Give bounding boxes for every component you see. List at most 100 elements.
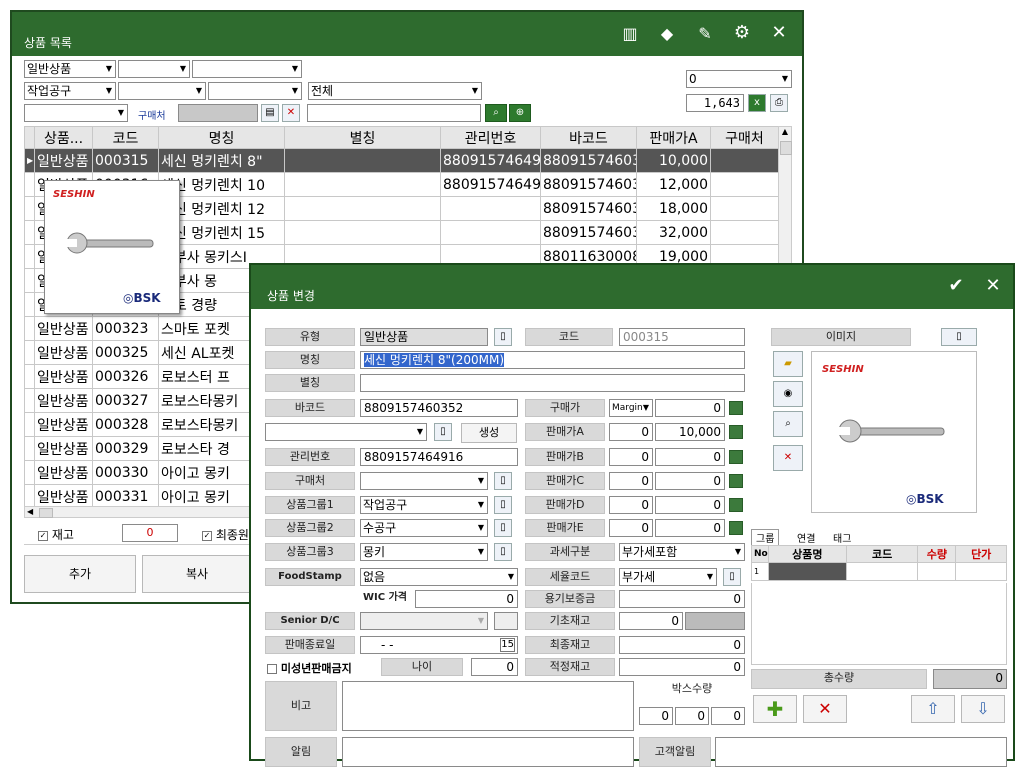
search-icon[interactable]: ⌕ [485, 104, 507, 122]
table-row[interactable]: 1 [751, 562, 1007, 581]
clear-icon[interactable]: ✕ [282, 104, 300, 122]
table-row[interactable]: ▶일반상품000315세신 멍키렌치 8" 8809157464916880915… [24, 148, 779, 173]
column-header[interactable]: 별칭 [284, 126, 441, 149]
deposit-input[interactable]: 0 [619, 590, 745, 608]
book-icon[interactable]: ▥ [619, 24, 641, 43]
purchaser-input[interactable] [178, 104, 258, 122]
scroll-up-icon[interactable]: ▲ [779, 127, 791, 136]
folder-open-icon[interactable]: ▰ [773, 351, 803, 377]
table-cell[interactable]: 000327 [92, 388, 159, 413]
customer-alarm-input[interactable] [715, 737, 1007, 767]
table-cell[interactable]: 8809157464916 [440, 148, 541, 173]
priceA-margin-input[interactable]: 0 [609, 423, 653, 441]
add-button[interactable]: 추가 [24, 555, 136, 593]
document-icon[interactable]: ▯ [494, 472, 512, 490]
table-cell[interactable]: 일반상품 [34, 316, 93, 341]
column-header[interactable]: 상품... [34, 126, 93, 149]
tag-icon[interactable]: ◆ [656, 24, 678, 43]
tab-link[interactable]: 연결 [797, 530, 815, 545]
table-cell[interactable]: 000325 [92, 340, 159, 365]
group3-select[interactable]: 몽키 ▼ [360, 543, 488, 561]
table-cell[interactable] [710, 172, 779, 197]
minor-checkbox[interactable]: 미성년판매금지 [267, 660, 352, 676]
box-input-1[interactable]: 0 [639, 707, 673, 725]
table-cell[interactable]: 세신 멍키렌치 8" [158, 148, 285, 173]
table-cell[interactable]: 일반상품 [34, 412, 93, 437]
group2-select[interactable]: 수공구 ▼ [360, 519, 488, 537]
table-cell[interactable]: 일반상품 [34, 436, 93, 461]
group1-select[interactable]: 작업공구 ▼ [360, 496, 488, 514]
calc-icon[interactable] [729, 521, 743, 535]
priceD-input[interactable]: 0 [655, 496, 725, 514]
move-down-icon[interactable]: ⇩ [961, 695, 1005, 723]
foodstamp-select[interactable]: 없음 ▼ [360, 568, 518, 586]
barcode-type-select[interactable]: ▼ [265, 423, 427, 441]
table-cell[interactable]: 일반상품 [34, 340, 93, 365]
calendar-icon[interactable]: 15 [500, 638, 515, 652]
scrollbar-thumb[interactable] [39, 508, 53, 518]
age-input[interactable]: 0 [471, 658, 518, 676]
priceB-input[interactable]: 0 [655, 448, 725, 466]
final-stock-input[interactable]: 0 [619, 636, 745, 654]
scroll-left-icon[interactable]: ◀ [27, 507, 33, 516]
mgmt-input[interactable]: 8809157464916 [360, 448, 518, 466]
right-select[interactable]: 0 ▼ [686, 70, 792, 88]
box-input-2[interactable]: 0 [675, 707, 709, 725]
document-icon[interactable]: ▯ [494, 496, 512, 514]
zoom-icon[interactable]: ⌕ [773, 411, 803, 437]
calc-icon[interactable] [729, 474, 743, 488]
table-cell[interactable]: 18,000 [636, 196, 711, 221]
edit-icon[interactable]: ✎ [694, 24, 716, 43]
document-icon[interactable]: ▯ [434, 423, 452, 441]
last-checkbox[interactable]: ✓ 최종원 [202, 526, 249, 543]
check-icon[interactable]: ✔ [945, 275, 967, 296]
column-header[interactable]: 판매가A [636, 126, 711, 149]
all-select[interactable]: 전체 ▼ [308, 82, 482, 100]
barcode-input[interactable]: 8809157460352 [360, 399, 518, 417]
table-cell[interactable]: 일반상품 [34, 364, 93, 389]
search-input[interactable] [307, 104, 481, 122]
document-icon[interactable]: ▤ [261, 104, 279, 122]
senior-value[interactable] [494, 612, 518, 630]
tab-tag[interactable]: 태그 [833, 530, 851, 545]
group-select[interactable]: 작업공구 ▼ [24, 82, 116, 100]
excel-icon[interactable]: x [748, 94, 766, 112]
table-cell[interactable]: 일반상품 [34, 460, 93, 485]
table-cell[interactable]: 8809157464923 [440, 172, 541, 197]
priceA-input[interactable]: 10,000 [655, 423, 725, 441]
document-icon[interactable]: ▯ [494, 543, 512, 561]
table-cell[interactable]: 8809157460376 [540, 196, 637, 221]
document-icon[interactable]: ▯ [723, 568, 741, 586]
priceD-margin-input[interactable]: 0 [609, 496, 653, 514]
table-cell[interactable]: 12,000 [636, 172, 711, 197]
box-input-3[interactable]: 0 [711, 707, 745, 725]
stock-checkbox[interactable]: ✓ 재고 [38, 526, 74, 543]
calc-icon[interactable] [729, 450, 743, 464]
table-cell[interactable]: 000331 [92, 484, 159, 509]
filter-select-7[interactable]: ▼ [24, 104, 128, 122]
column-header[interactable]: 관리번호 [440, 126, 541, 149]
filter-select-6[interactable]: ▼ [208, 82, 302, 100]
table-cell[interactable]: 일반상품 [34, 484, 93, 509]
alarm-input[interactable] [342, 737, 634, 767]
move-up-icon[interactable]: ⇧ [911, 695, 955, 723]
cost-mode-select[interactable]: Margin ▼ [609, 399, 653, 417]
advanced-search-icon[interactable]: ⊕ [509, 104, 531, 122]
table-cell[interactable]: 8809157460352 [540, 148, 637, 173]
table-cell[interactable] [440, 196, 541, 221]
table-cell[interactable] [284, 148, 441, 173]
priceC-margin-input[interactable]: 0 [609, 472, 653, 490]
sub-row-code[interactable] [845, 562, 919, 581]
copy-button[interactable]: 복사 [142, 555, 252, 593]
table-cell[interactable] [284, 220, 441, 245]
base-stock-input[interactable]: 0 [619, 612, 683, 630]
filter-select-3[interactable]: ▼ [192, 60, 302, 78]
table-cell[interactable]: 8809157460383 [540, 220, 637, 245]
table-cell[interactable]: 일반상품 [34, 148, 93, 173]
priceE-input[interactable]: 0 [655, 519, 725, 537]
name-input[interactable]: 세신 멍키렌치 8"(200MM) [360, 351, 745, 369]
table-cell[interactable]: 000328 [92, 412, 159, 437]
table-cell[interactable] [284, 172, 441, 197]
type-select[interactable]: 일반상품 ▼ [24, 60, 116, 78]
senior-select[interactable]: ▼ [360, 612, 488, 630]
